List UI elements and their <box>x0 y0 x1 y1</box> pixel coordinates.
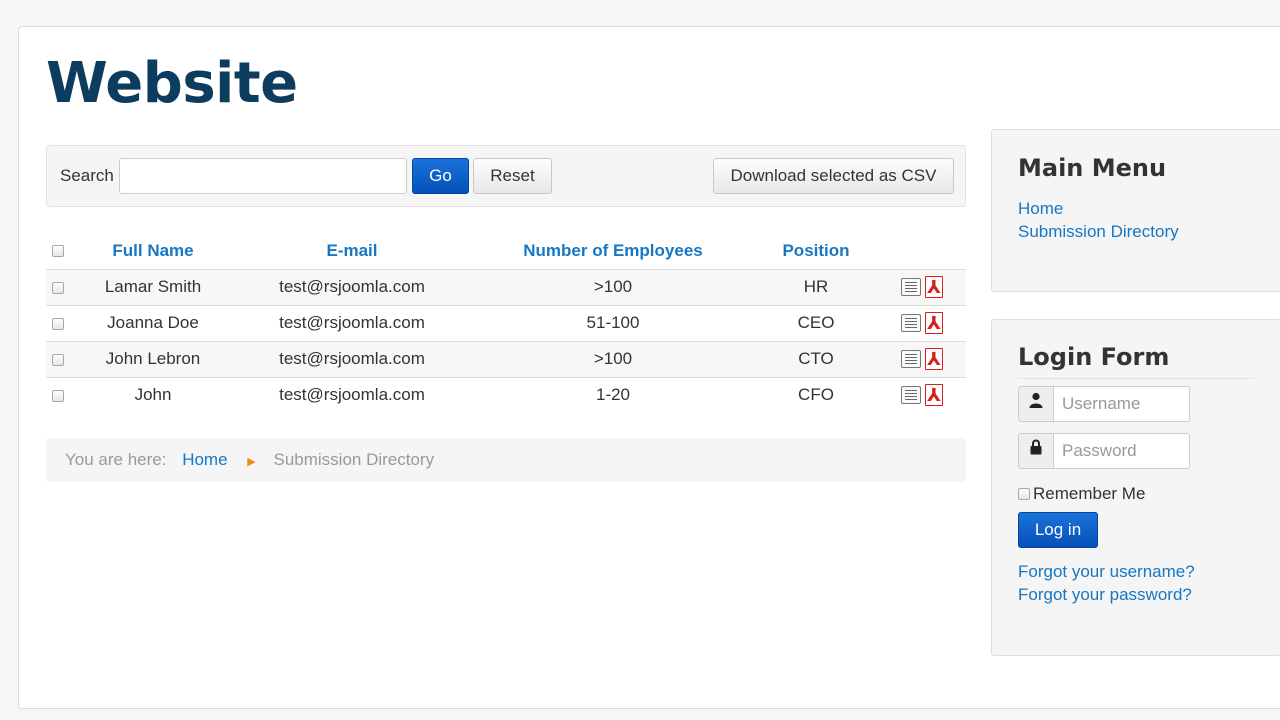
cell-email: test@rsjoomla.com <box>232 340 472 377</box>
remember-me-checkbox[interactable] <box>1018 487 1030 500</box>
cell-full-name: John <box>74 376 232 413</box>
table-row: John Lebron test@rsjoomla.com >100 CTO ⅄ <box>46 340 966 377</box>
cell-position: HR <box>754 268 878 305</box>
cell-full-name: John Lebron <box>74 340 232 377</box>
search-input[interactable] <box>119 158 407 194</box>
row-checkbox[interactable] <box>52 353 64 366</box>
cell-email: test@rsjoomla.com <box>232 304 472 341</box>
header-actions <box>878 233 966 269</box>
login-divider <box>1018 378 1254 379</box>
lock-icon <box>1018 433 1054 469</box>
table-header-row: Full Name E-mail Number of Employees Pos… <box>46 233 966 269</box>
header-position[interactable]: Position <box>754 233 878 269</box>
pdf-icon[interactable]: ⅄ <box>925 348 943 370</box>
search-label: Search <box>60 166 114 185</box>
table-row: Lamar Smith test@rsjoomla.com >100 HR ⅄ <box>46 268 966 305</box>
menu-item-submission-directory[interactable]: Submission Directory <box>1018 222 1179 242</box>
table-row: Joanna Doe test@rsjoomla.com 51-100 CEO … <box>46 304 966 341</box>
cell-position: CFO <box>754 376 878 413</box>
pdf-icon[interactable]: ⅄ <box>925 384 943 407</box>
row-checkbox[interactable] <box>52 317 64 330</box>
breadcrumb-home-link[interactable]: Home <box>182 450 227 469</box>
login-form-module: Login Form Remember Me Log in Forgot you… <box>991 319 1280 656</box>
login-button[interactable]: Log in <box>1018 512 1098 548</box>
list-icon[interactable] <box>901 314 921 332</box>
go-button[interactable]: Go <box>412 158 469 194</box>
cell-employees: >100 <box>472 268 754 305</box>
main-menu-module: Main Menu Home Submission Directory <box>991 129 1280 292</box>
site-title[interactable]: Website <box>46 51 298 116</box>
username-input[interactable] <box>1053 386 1190 422</box>
pdf-icon[interactable]: ⅄ <box>925 276 943 298</box>
table-row: John test@rsjoomla.com 1-20 CFO ⅄ <box>46 376 966 413</box>
cell-employees: 51-100 <box>472 304 754 341</box>
list-icon[interactable] <box>901 386 921 405</box>
password-group <box>1018 433 1190 469</box>
row-actions: ⅄ <box>878 376 966 413</box>
list-icon[interactable] <box>901 278 921 296</box>
forgot-username-link[interactable]: Forgot your username? <box>1018 562 1195 582</box>
row-checkbox[interactable] <box>52 389 64 402</box>
row-actions: ⅄ <box>878 340 966 377</box>
reset-button[interactable]: Reset <box>473 158 552 194</box>
chevron-right-icon: ▶ <box>247 456 256 468</box>
pdf-icon[interactable]: ⅄ <box>925 312 943 334</box>
cell-position: CTO <box>754 340 878 377</box>
breadcrumb: You are here: Home ▶ Submission Director… <box>46 438 966 482</box>
download-csv-button[interactable]: Download selected as CSV <box>713 158 954 194</box>
cell-full-name: Lamar Smith <box>74 268 232 305</box>
row-actions: ⅄ <box>878 268 966 305</box>
login-form-title: Login Form <box>1018 343 1170 371</box>
forgot-password-link[interactable]: Forgot your password? <box>1018 585 1192 605</box>
main-menu-title: Main Menu <box>1018 154 1167 182</box>
cell-full-name: Joanna Doe <box>74 304 232 341</box>
breadcrumb-current: Submission Directory <box>273 450 435 469</box>
page-container: Website Search Go Reset Download selecte… <box>18 26 1280 709</box>
submission-table: Full Name E-mail Number of Employees Pos… <box>46 233 966 413</box>
header-email[interactable]: E-mail <box>232 233 472 269</box>
remember-me-label[interactable]: Remember Me <box>1033 484 1145 503</box>
menu-item-home[interactable]: Home <box>1018 199 1063 219</box>
header-full-name[interactable]: Full Name <box>74 233 232 269</box>
row-select-cell <box>46 376 74 413</box>
cell-employees: >100 <box>472 340 754 377</box>
cell-email: test@rsjoomla.com <box>232 376 472 413</box>
row-select-cell <box>46 268 74 305</box>
list-icon[interactable] <box>901 350 921 368</box>
row-select-cell <box>46 304 74 341</box>
breadcrumb-prefix: You are here: <box>65 450 167 469</box>
cell-email: test@rsjoomla.com <box>232 268 472 305</box>
row-actions: ⅄ <box>878 304 966 341</box>
row-checkbox[interactable] <box>52 281 64 294</box>
select-all-cell <box>46 233 74 269</box>
search-toolbar: Search Go Reset Download selected as CSV <box>46 145 966 207</box>
header-employees[interactable]: Number of Employees <box>472 233 754 269</box>
password-input[interactable] <box>1053 433 1190 469</box>
remember-me-row: Remember Me <box>1018 484 1145 504</box>
select-all-checkbox[interactable] <box>52 245 64 258</box>
user-icon <box>1018 386 1054 422</box>
cell-employees: 1-20 <box>472 376 754 413</box>
row-select-cell <box>46 340 74 377</box>
cell-position: CEO <box>754 304 878 341</box>
username-group <box>1018 386 1190 422</box>
